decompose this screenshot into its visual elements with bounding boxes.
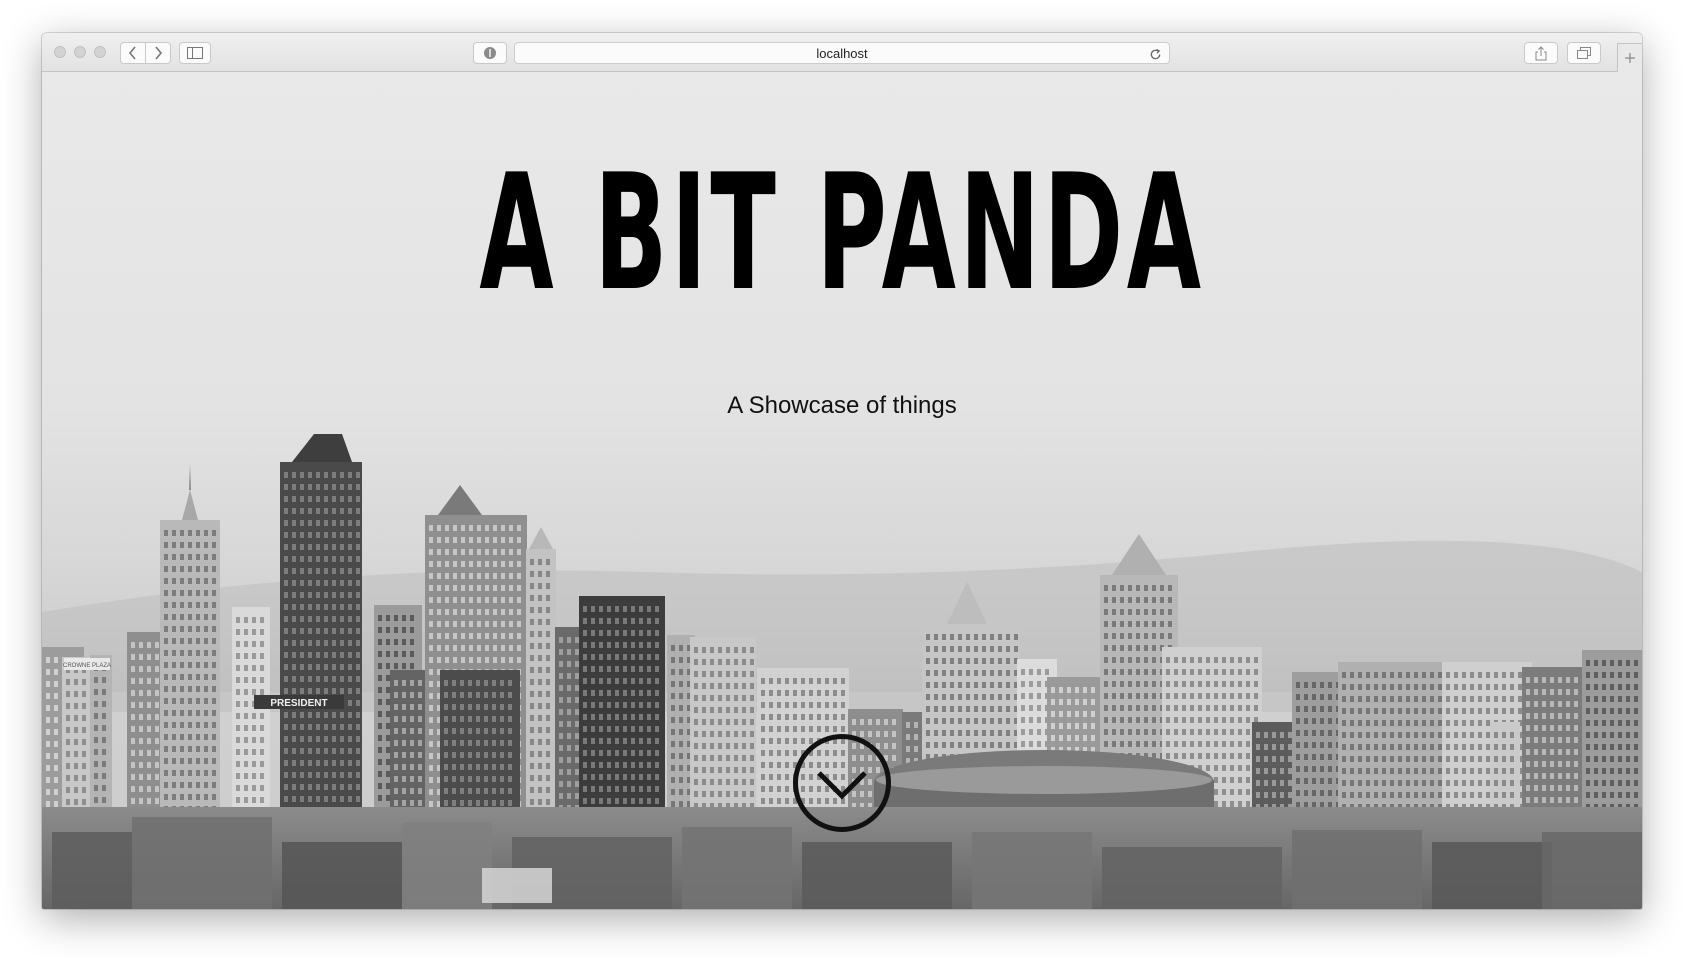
tabs-button[interactable] [1567,42,1601,64]
sidebar-icon [187,47,203,59]
tower-crown [292,434,352,462]
reload-icon [1150,48,1161,60]
reload-button[interactable] [1149,46,1162,65]
building-4 [127,632,161,832]
back-button[interactable] [120,42,146,64]
building-3 [90,655,112,832]
new-tab-button[interactable] [1617,43,1642,72]
spire-left [182,490,198,520]
chevron-left-icon [128,46,136,60]
arena-roof [876,766,1212,794]
building-5 [160,520,220,832]
privacy-shield-icon [484,47,496,59]
hero-subtitle: A Showcase of things [727,392,957,419]
privacy-button[interactable] [473,42,507,64]
tabs-overview-icon [1577,47,1591,59]
chevron-down-circle-icon [793,734,891,832]
share-icon [1535,45,1547,60]
hero-section: CROWNE PLAZA PRESIDENT A BIT PANDA A Show… [42,72,1642,909]
chevron-right-icon [155,46,163,60]
antenna-left [189,464,191,490]
browser-window: localhost CROWNE PLAZA PRESIDENT A BIT PA… [42,33,1642,909]
president-sign: PRESIDENT [270,698,327,709]
scroll-down-button[interactable] [792,733,892,833]
pyramid-roof [438,485,482,515]
close-dot-icon[interactable] [54,46,66,58]
building-27 [1338,662,1448,832]
hero-title: A BIT PANDA [479,139,1205,326]
building-14 [579,596,665,832]
zoom-dot-icon[interactable] [94,46,106,58]
sidebar-button[interactable] [179,42,211,64]
url-text: localhost [816,46,868,61]
browser-toolbar: localhost [42,33,1642,72]
hotel-sign: CROWNE PLAZA [63,663,111,669]
forward-button[interactable] [145,42,171,64]
building-7 [280,462,362,832]
minimize-dot-icon[interactable] [74,46,86,58]
plus-icon [1625,53,1635,63]
share-button[interactable] [1524,42,1558,64]
building-12 [526,549,556,832]
building-30 [1582,650,1642,832]
building-6 [232,607,270,832]
address-bar[interactable]: localhost [514,42,1170,64]
building-16 [690,637,756,832]
